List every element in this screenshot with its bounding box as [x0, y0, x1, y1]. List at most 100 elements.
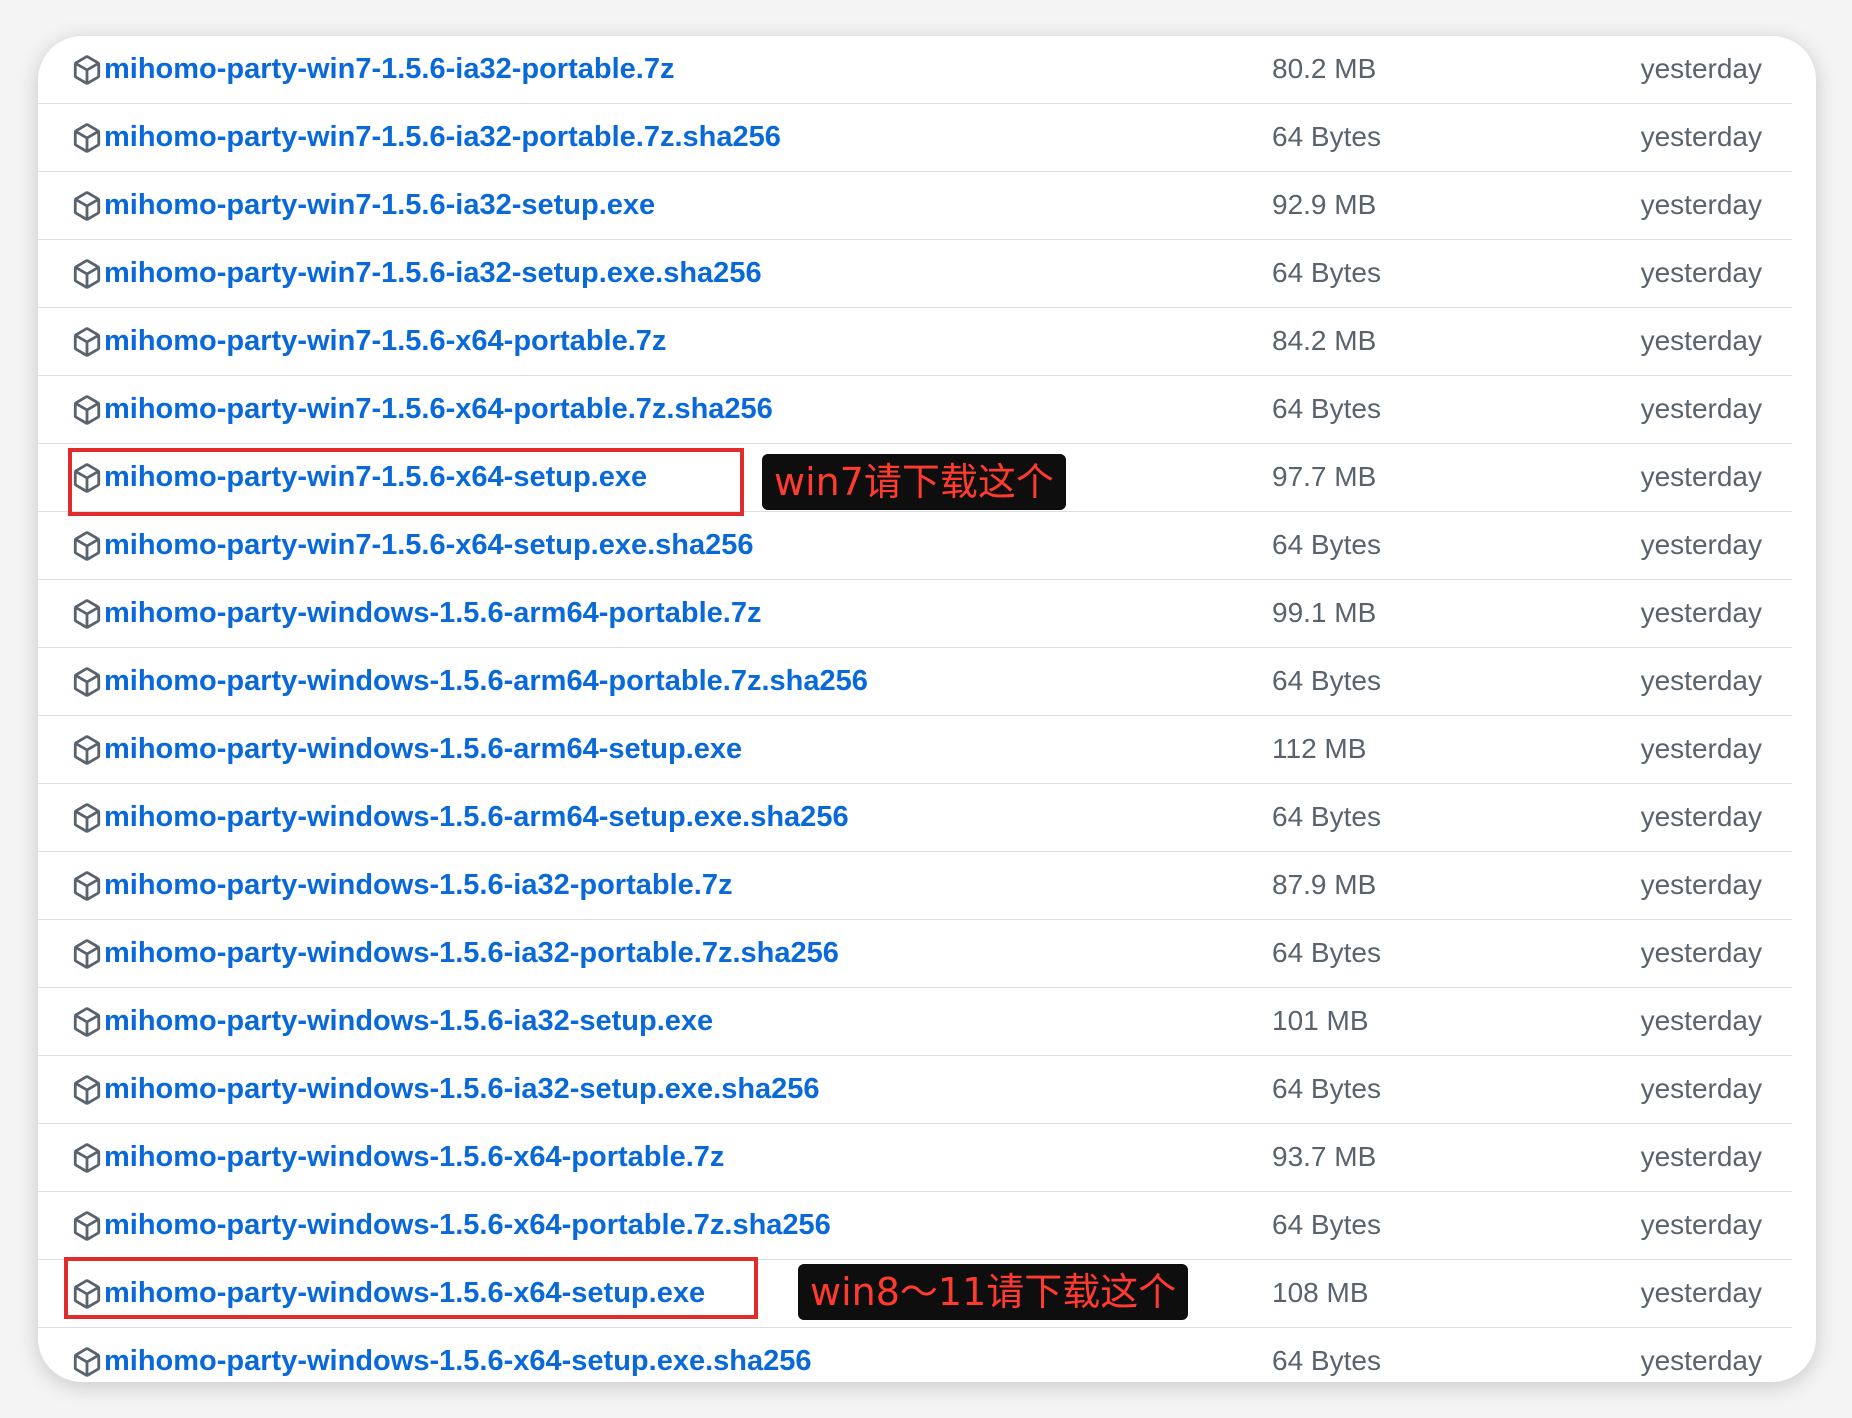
asset-size: 64 Bytes [1272, 1345, 1381, 1376]
package-icon [72, 191, 102, 221]
package-icon [72, 939, 102, 969]
asset-size: 92.9 MB [1272, 189, 1377, 220]
asset-size: 87.9 MB [1272, 869, 1377, 900]
asset-size: 64 Bytes [1272, 665, 1381, 696]
asset-download-link[interactable]: mihomo-party-win7-1.5.6-x64-setup.exe.sh… [104, 512, 754, 578]
asset-size: 99.1 MB [1272, 597, 1377, 628]
asset-download-link[interactable]: mihomo-party-windows-1.5.6-ia32-setup.ex… [104, 1056, 820, 1122]
asset-row: mihomo-party-windows-1.5.6-arm64-portabl… [38, 648, 1792, 716]
asset-row: mihomo-party-windows-1.5.6-x64-portable.… [38, 1192, 1792, 1260]
asset-date: yesterday [1640, 1005, 1762, 1036]
asset-download-link[interactable]: mihomo-party-windows-1.5.6-arm64-portabl… [104, 580, 761, 646]
asset-row: mihomo-party-windows-1.5.6-arm64-setup.e… [38, 784, 1792, 852]
asset-download-link[interactable]: mihomo-party-win7-1.5.6-ia32-setup.exe.s… [104, 240, 762, 306]
asset-size: 64 Bytes [1272, 937, 1381, 968]
asset-date: yesterday [1640, 801, 1762, 832]
asset-download-link[interactable]: mihomo-party-windows-1.5.6-arm64-setup.e… [104, 716, 742, 782]
asset-row: mihomo-party-win7-1.5.6-x64-portable.7z.… [38, 376, 1792, 444]
asset-row: mihomo-party-win7-1.5.6-ia32-portable.7z… [38, 36, 1792, 104]
asset-size: 93.7 MB [1272, 1141, 1377, 1172]
package-icon [72, 531, 102, 561]
asset-date: yesterday [1640, 597, 1762, 628]
asset-download-link[interactable]: mihomo-party-win7-1.5.6-ia32-portable.7z… [104, 104, 781, 170]
asset-size: 64 Bytes [1272, 121, 1381, 152]
asset-size: 112 MB [1272, 733, 1367, 764]
asset-size: 101 MB [1272, 1005, 1369, 1036]
asset-size: 84.2 MB [1272, 325, 1377, 356]
package-icon [72, 1007, 102, 1037]
asset-row: mihomo-party-win7-1.5.6-ia32-portable.7z… [38, 104, 1792, 172]
release-assets-panel: mihomo-party-win7-1.5.6-ia32-portable.7z… [38, 36, 1816, 1382]
asset-size: 64 Bytes [1272, 529, 1381, 560]
asset-date: yesterday [1640, 665, 1762, 696]
asset-download-link[interactable]: mihomo-party-windows-1.5.6-ia32-setup.ex… [104, 988, 713, 1054]
package-icon [72, 871, 102, 901]
package-icon [72, 1347, 102, 1377]
package-icon [72, 259, 102, 289]
package-icon [72, 803, 102, 833]
win7-annotation-note: win7请下载这个 [762, 454, 1066, 510]
asset-download-link[interactable]: mihomo-party-windows-1.5.6-x64-portable.… [104, 1192, 831, 1258]
asset-size: 64 Bytes [1272, 801, 1381, 832]
asset-download-link[interactable]: mihomo-party-win7-1.5.6-ia32-portable.7z [104, 36, 674, 102]
asset-date: yesterday [1640, 937, 1762, 968]
asset-date: yesterday [1640, 1345, 1762, 1376]
asset-size: 108 MB [1272, 1277, 1369, 1308]
asset-date: yesterday [1640, 529, 1762, 560]
asset-row: mihomo-party-windows-1.5.6-arm64-setup.e… [38, 716, 1792, 784]
win8-11-highlight-box [64, 1257, 758, 1319]
asset-download-link[interactable]: mihomo-party-windows-1.5.6-x64-portable.… [104, 1124, 724, 1190]
package-icon [72, 123, 102, 153]
package-icon [72, 735, 102, 765]
package-icon [72, 55, 102, 85]
asset-date: yesterday [1640, 1141, 1762, 1172]
asset-row: mihomo-party-win7-1.5.6-x64-setup.exe.sh… [38, 512, 1792, 580]
asset-download-link[interactable]: mihomo-party-win7-1.5.6-x64-portable.7z.… [104, 376, 773, 442]
package-icon [72, 1075, 102, 1105]
asset-download-link[interactable]: mihomo-party-windows-1.5.6-ia32-portable… [104, 852, 732, 918]
asset-row: mihomo-party-windows-1.5.6-x64-setup.exe… [38, 1328, 1792, 1382]
asset-date: yesterday [1640, 257, 1762, 288]
package-icon [72, 599, 102, 629]
asset-date: yesterday [1640, 53, 1762, 84]
package-icon [72, 1211, 102, 1241]
asset-download-link[interactable]: mihomo-party-windows-1.5.6-arm64-setup.e… [104, 784, 849, 850]
asset-date: yesterday [1640, 869, 1762, 900]
asset-date: yesterday [1640, 461, 1762, 492]
asset-row: mihomo-party-windows-1.5.6-ia32-portable… [38, 852, 1792, 920]
win8-11-annotation-note: win8～11请下载这个 [798, 1264, 1189, 1320]
package-icon [72, 327, 102, 357]
asset-date: yesterday [1640, 189, 1762, 220]
asset-row: mihomo-party-windows-1.5.6-x64-portable.… [38, 1124, 1792, 1192]
asset-row: mihomo-party-win7-1.5.6-ia32-setup.exe 92… [38, 172, 1792, 240]
asset-row: mihomo-party-windows-1.5.6-ia32-portable… [38, 920, 1792, 988]
asset-download-link[interactable]: mihomo-party-win7-1.5.6-x64-portable.7z [104, 308, 666, 374]
asset-size: 64 Bytes [1272, 393, 1381, 424]
asset-date: yesterday [1640, 733, 1762, 764]
asset-list: mihomo-party-win7-1.5.6-ia32-portable.7z… [38, 36, 1792, 1382]
asset-row: mihomo-party-windows-1.5.6-ia32-setup.ex… [38, 1056, 1792, 1124]
asset-download-link[interactable]: mihomo-party-windows-1.5.6-x64-setup.exe… [104, 1328, 812, 1382]
asset-row: mihomo-party-win7-1.5.6-x64-portable.7z 8… [38, 308, 1792, 376]
asset-date: yesterday [1640, 1209, 1762, 1240]
asset-row: mihomo-party-windows-1.5.6-ia32-setup.ex… [38, 988, 1792, 1056]
asset-size: 80.2 MB [1272, 53, 1377, 84]
asset-size: 64 Bytes [1272, 1073, 1381, 1104]
package-icon [72, 667, 102, 697]
asset-row: mihomo-party-windows-1.5.6-arm64-portabl… [38, 580, 1792, 648]
asset-download-link[interactable]: mihomo-party-windows-1.5.6-ia32-portable… [104, 920, 839, 986]
asset-date: yesterday [1640, 325, 1762, 356]
package-icon [72, 1143, 102, 1173]
asset-date: yesterday [1640, 121, 1762, 152]
win7-highlight-box [68, 448, 744, 516]
asset-date: yesterday [1640, 1277, 1762, 1308]
asset-date: yesterday [1640, 393, 1762, 424]
asset-size: 64 Bytes [1272, 257, 1381, 288]
asset-download-link[interactable]: mihomo-party-win7-1.5.6-ia32-setup.exe [104, 172, 655, 238]
asset-row: mihomo-party-win7-1.5.6-ia32-setup.exe.s… [38, 240, 1792, 308]
asset-date: yesterday [1640, 1073, 1762, 1104]
package-icon [72, 395, 102, 425]
asset-size: 97.7 MB [1272, 461, 1377, 492]
asset-download-link[interactable]: mihomo-party-windows-1.5.6-arm64-portabl… [104, 648, 868, 714]
asset-size: 64 Bytes [1272, 1209, 1381, 1240]
